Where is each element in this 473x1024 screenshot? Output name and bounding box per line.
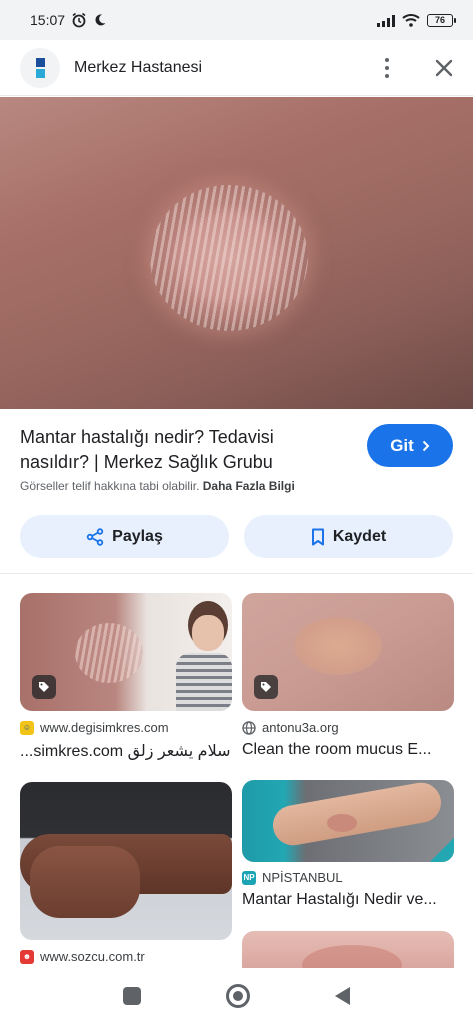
- copyright-text: Görseller telif hakkına tabi olabilir.: [20, 479, 200, 493]
- result-source[interactable]: NP NPİSTANBUL: [242, 870, 343, 885]
- result-title[interactable]: ...simkres.com سلام يشعر زلق: [20, 741, 232, 761]
- result-thumbnail[interactable]: [242, 593, 454, 711]
- globe-icon: [242, 720, 256, 735]
- site-favicon-icon: NP: [242, 870, 256, 885]
- alarm-clock-icon: [72, 12, 86, 28]
- wifi-icon: [402, 14, 420, 27]
- image-info-panel: Mantar hastalığı nedir? Tedavisi nasıldı…: [0, 409, 473, 574]
- result-source[interactable]: antonu3a.org: [242, 720, 339, 735]
- result-thumbnail[interactable]: [20, 782, 232, 940]
- site-favicon-icon: ☺: [20, 720, 34, 735]
- site-favicon-icon: ☻: [20, 949, 34, 964]
- status-bar: 15:07 76: [0, 0, 473, 40]
- bookmark-icon: [311, 528, 324, 545]
- result-title[interactable]: Mantar Hastalığı Nedir ve...: [242, 891, 454, 909]
- result-source-text: antonu3a.org: [262, 720, 339, 735]
- result-title[interactable]: Clean the room mucus E...: [242, 741, 454, 759]
- result-thumbnail[interactable]: [242, 931, 454, 968]
- status-time: 15:07: [30, 12, 66, 28]
- signal-icon: [377, 14, 395, 27]
- result-source-text: NPİSTANBUL: [262, 870, 343, 885]
- home-icon[interactable]: [225, 984, 250, 1008]
- copyright-notice: Görseller telif hakkına tabi olabilir. D…: [20, 479, 295, 493]
- back-icon[interactable]: [335, 987, 351, 1005]
- close-icon[interactable]: [435, 59, 453, 77]
- tag-icon: [32, 675, 56, 699]
- viewer-header: Merkez Hastanesi: [0, 40, 473, 96]
- visit-button-label: Git: [390, 435, 414, 455]
- recents-icon[interactable]: [122, 987, 141, 1005]
- save-button[interactable]: Kaydet: [244, 515, 453, 558]
- more-vert-icon[interactable]: [377, 57, 397, 78]
- share-button[interactable]: Paylaş: [20, 515, 229, 558]
- visit-button[interactable]: Git: [367, 424, 453, 467]
- result-source-text: www.degisimkres.com: [40, 720, 169, 735]
- skin-lesion-image: [150, 185, 308, 331]
- tag-icon: [254, 675, 278, 699]
- system-nav-bar: [0, 968, 473, 1024]
- more-info-link[interactable]: Daha Fazla Bilgi: [203, 479, 295, 493]
- preview-image[interactable]: [0, 97, 473, 409]
- save-label: Kaydet: [332, 527, 387, 545]
- share-icon: [86, 527, 104, 546]
- battery-icon: 76: [427, 13, 456, 27]
- battery-level: 76: [434, 15, 445, 25]
- result-thumbnail[interactable]: [20, 593, 232, 711]
- result-thumbnail[interactable]: [242, 780, 454, 862]
- share-label: Paylaş: [112, 527, 163, 545]
- divider: [0, 573, 473, 574]
- moon-icon: [95, 14, 106, 26]
- image-title[interactable]: Mantar hastalığı nedir? Tedavisi nasıldı…: [20, 425, 320, 475]
- result-source[interactable]: ☻ www.sozcu.com.tr: [20, 949, 145, 964]
- site-title: Merkez Hastanesi: [74, 58, 203, 76]
- chevron-right-icon: [422, 440, 430, 451]
- result-source-text: www.sozcu.com.tr: [40, 949, 145, 964]
- site-logo: [20, 47, 60, 88]
- result-source[interactable]: ☺ www.degisimkres.com: [20, 720, 169, 735]
